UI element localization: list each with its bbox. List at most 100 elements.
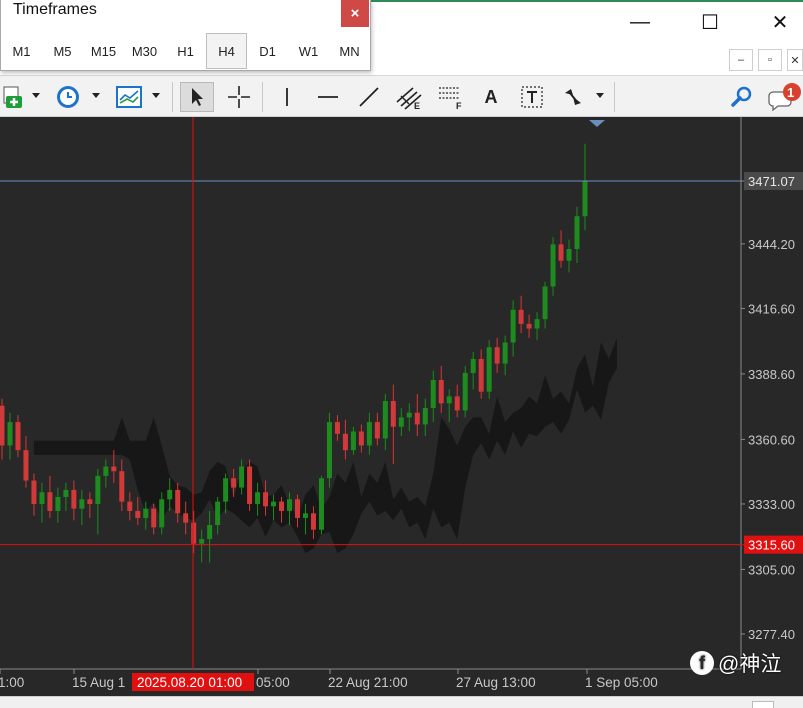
candle-body	[31, 480, 37, 504]
price-label: 3444.20	[748, 237, 795, 252]
candle-body	[294, 499, 300, 518]
candle-body	[566, 248, 572, 261]
chevron-down-icon[interactable]	[152, 93, 160, 98]
candle-body	[247, 466, 253, 504]
arrows-icon[interactable]	[560, 82, 588, 112]
candle-body	[462, 372, 468, 411]
fibonacci-icon[interactable]: F	[436, 82, 466, 112]
candle-body	[143, 508, 149, 518]
chart-minimize-button[interactable]: –	[729, 49, 753, 71]
search-icon[interactable]	[728, 82, 756, 112]
timeframe-m15[interactable]: M15	[83, 33, 124, 69]
svg-text:E: E	[414, 101, 420, 110]
candle-body	[526, 323, 532, 329]
crosshair-icon[interactable]	[224, 82, 254, 112]
candle-body	[486, 347, 492, 392]
time-label: 22 Aug 21:00	[328, 675, 408, 690]
candle-body	[63, 489, 69, 497]
price-label: 3388.60	[748, 367, 795, 382]
status-strip	[0, 696, 803, 708]
minimize-button[interactable]: —	[620, 8, 660, 36]
price-label: 3333.00	[748, 497, 795, 512]
candle-body	[334, 422, 340, 434]
time-label: 15 Aug 1	[72, 675, 125, 690]
crosshair-time-label: 2025.08.20 01:00	[137, 675, 242, 690]
candle-body	[15, 422, 21, 451]
chevron-down-icon[interactable]	[92, 93, 100, 98]
timeframe-d1[interactable]: D1	[247, 33, 288, 69]
candle-body	[358, 431, 364, 446]
notification-count: 1	[787, 85, 795, 100]
drawing-toolbar: E F A 1	[0, 75, 803, 117]
toolbar-separator	[262, 82, 263, 112]
candle-body	[47, 492, 53, 511]
timeframe-h4[interactable]: H4	[206, 33, 247, 69]
chart-close-button[interactable]: ✕	[787, 49, 803, 71]
horizontal-line-icon[interactable]	[314, 82, 342, 112]
candle-body	[39, 492, 45, 504]
timeframe-w1[interactable]: W1	[288, 33, 329, 69]
candle-body	[510, 309, 516, 343]
candle-body	[550, 244, 556, 287]
chevron-down-icon[interactable]	[32, 93, 40, 98]
candle-body	[79, 499, 85, 509]
timeframe-h1[interactable]: H1	[165, 33, 206, 69]
candle-body	[534, 319, 540, 329]
trendline-icon[interactable]	[355, 82, 383, 112]
candle-body	[199, 539, 205, 544]
candle-body	[103, 466, 109, 476]
chart-restore-button[interactable]: ▫	[758, 49, 782, 71]
cursor-icon[interactable]	[180, 82, 214, 112]
candle-body	[366, 422, 372, 446]
chart-tab[interactable]	[752, 701, 774, 708]
maximize-button[interactable]: ☐	[690, 8, 730, 36]
candle-body	[71, 489, 77, 509]
price-label: 3360.60	[748, 432, 795, 447]
chart-shift-marker	[589, 120, 605, 127]
toolbar-separator	[172, 82, 173, 112]
timeframes-close-button[interactable]: ×	[341, 0, 369, 27]
timeframes-panel: Timeframes × M1 M5 M15 M30 H1 H4 D1 W1 MN	[0, 0, 371, 71]
candle-body	[438, 379, 444, 404]
close-button[interactable]: ✕	[760, 8, 800, 36]
candle-body	[342, 433, 348, 451]
timeframe-m1[interactable]: M1	[1, 33, 42, 69]
candle-body	[406, 412, 412, 418]
candle-body	[326, 422, 332, 479]
timeframe-m30[interactable]: M30	[124, 33, 165, 69]
vertical-line-icon[interactable]	[274, 82, 300, 112]
price-label: 3305.00	[748, 562, 795, 577]
price-chart[interactable]: 3471.07 3444.20 3416.60 3388.60 3360.60 3333.…	[0, 117, 803, 696]
candle-body	[255, 492, 261, 504]
accent-line	[370, 0, 803, 2]
candle-body	[382, 401, 388, 439]
text-tool-icon[interactable]: A	[478, 82, 504, 112]
candle-body	[263, 492, 269, 507]
ichimoku-cloud	[33, 337, 617, 554]
candle-body	[318, 478, 324, 530]
price-label: 3277.40	[748, 627, 795, 642]
candle-body	[446, 396, 452, 404]
candle-body	[470, 358, 476, 373]
candle-body	[23, 450, 29, 481]
new-chart-icon[interactable]	[0, 82, 28, 112]
timeframe-mn[interactable]: MN	[329, 33, 370, 69]
candle-body	[310, 513, 316, 530]
clock-icon[interactable]	[52, 82, 84, 112]
candle-body	[430, 379, 436, 409]
candle-body	[215, 501, 221, 526]
equidistant-channel-icon[interactable]: E	[394, 82, 424, 112]
candle-body	[582, 181, 588, 217]
candle-body	[119, 471, 125, 502]
candle-body	[287, 499, 293, 511]
templates-icon[interactable]	[113, 82, 145, 112]
time-label: 27 Aug 13:00	[456, 675, 536, 690]
notifications-icon[interactable]: 1	[766, 82, 803, 112]
candle-body	[55, 496, 61, 511]
timeframe-m5[interactable]: M5	[42, 33, 83, 69]
chart-canvas[interactable]: 3471.07 3444.20 3416.60 3388.60 3360.60 3333.…	[0, 117, 803, 696]
candle-body	[127, 501, 133, 511]
chevron-down-icon[interactable]	[596, 93, 604, 98]
text-label-icon[interactable]	[518, 82, 546, 112]
candle-body	[95, 475, 101, 504]
